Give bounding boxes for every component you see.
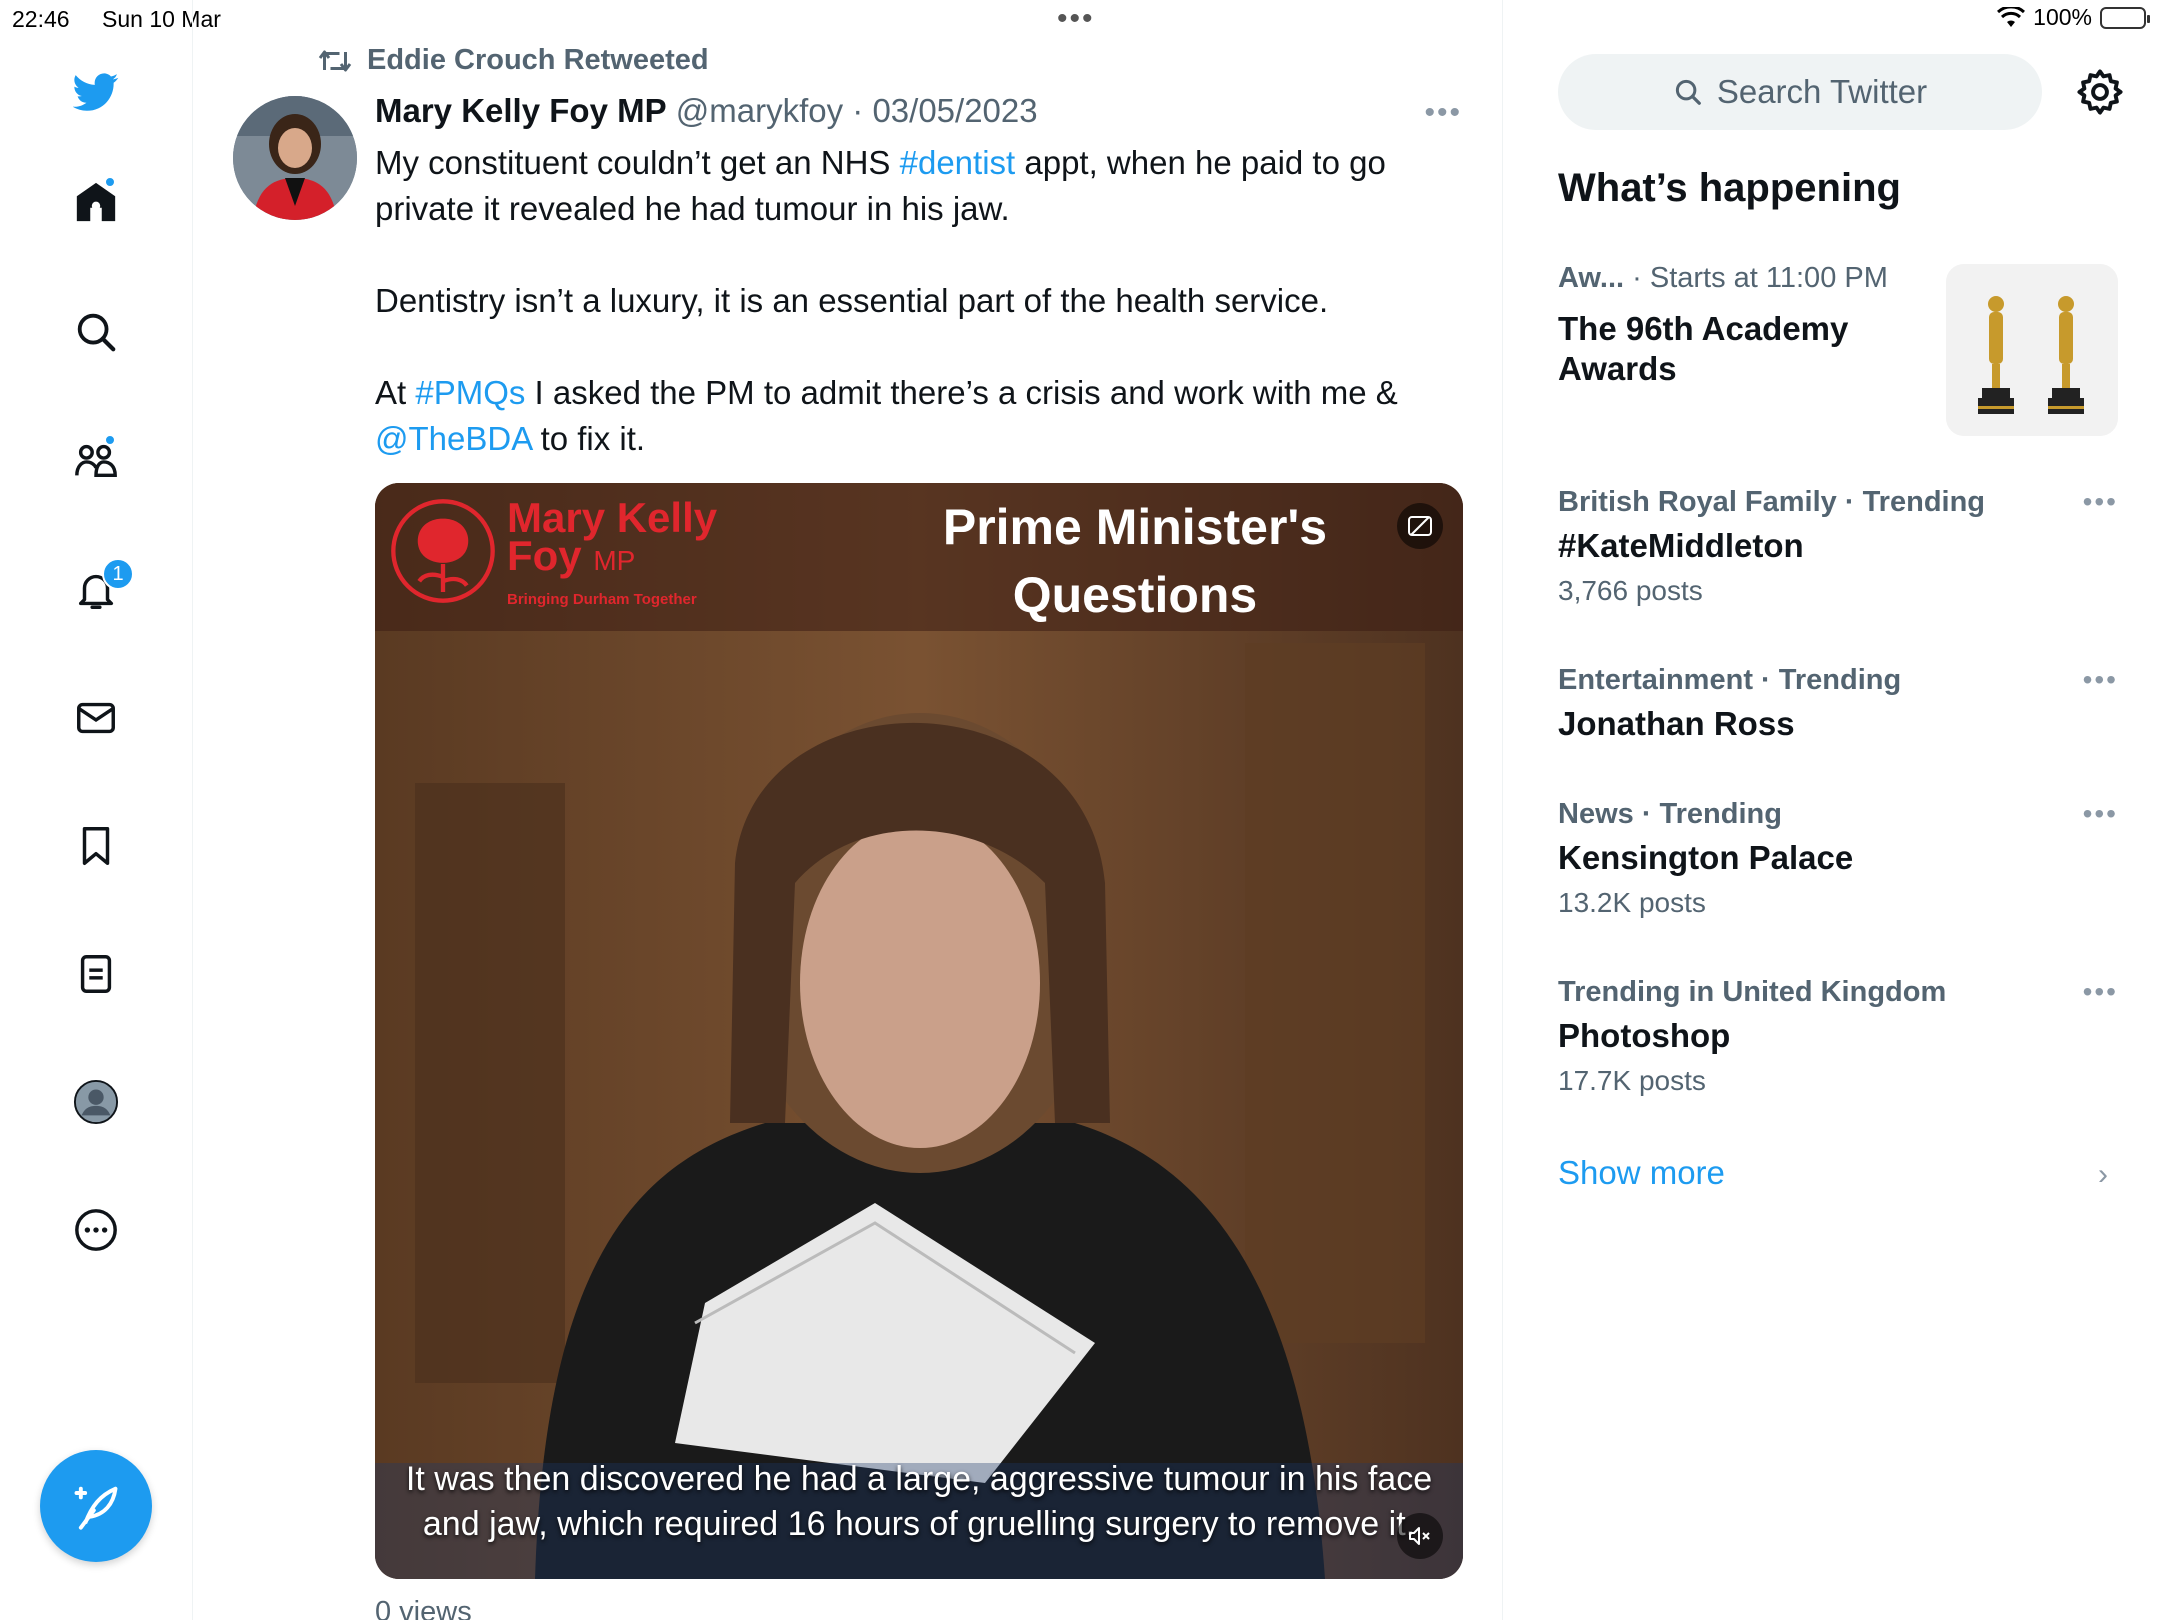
trend-more-icon[interactable]: •••: [2083, 664, 2118, 696]
tweet-paragraph-2: Dentistry isn’t a luxury, it is an essen…: [375, 282, 1329, 319]
event-title: The 96th Academy Awards: [1558, 310, 1849, 387]
mute-speaker-icon[interactable]: [1397, 1513, 1443, 1559]
trend-item[interactable]: News · Trending Kensington Palace 13.2K …: [1558, 798, 2118, 919]
author-avatar[interactable]: [233, 96, 357, 220]
retweeted-by-label: Eddie Crouch Retweeted: [367, 44, 709, 76]
trend-item[interactable]: British Royal Family · Trending #KateMid…: [1558, 486, 2118, 607]
author-handle[interactable]: @marykfoy: [676, 92, 843, 129]
messages-envelope-icon[interactable]: [66, 688, 126, 748]
home-icon[interactable]: [66, 172, 126, 232]
author-name[interactable]: Mary Kelly Foy MP: [375, 92, 667, 129]
settings-gear-icon[interactable]: [2074, 66, 2126, 118]
left-nav: 1: [0, 0, 193, 1620]
video-logo-tagline: Bringing Durham Together: [507, 591, 697, 608]
trend-more-icon[interactable]: •••: [2083, 798, 2118, 830]
tweet-header: Mary Kelly Foy MP @marykfoy · 03/05/2023: [375, 92, 1038, 129]
lists-icon[interactable]: [66, 944, 126, 1004]
event-thumbnail: [1946, 264, 2118, 436]
retweet-icon: [318, 50, 352, 71]
twitter-logo-icon[interactable]: [66, 62, 126, 122]
hashtag-link-pmqs[interactable]: #PMQs: [415, 374, 525, 411]
profile-avatar[interactable]: [66, 1072, 126, 1132]
communities-unread-dot: [104, 434, 116, 446]
notifications-bell-icon[interactable]: 1: [66, 558, 134, 620]
search-input[interactable]: Search Twitter: [1558, 54, 2042, 130]
tweet-body: My constituent couldn’t get an NHS #dent…: [375, 140, 1465, 508]
more-options-icon[interactable]: [66, 1200, 126, 1260]
search-placeholder: Search Twitter: [1716, 73, 1928, 110]
event-time: · Starts at 11:00 PM: [1632, 262, 1888, 294]
video-caption: It was then discovered he had a large, a…: [405, 1460, 1433, 1543]
view-count: 0 views: [375, 1596, 472, 1620]
tweet-video[interactable]: Mary Kelly Foy MP Bringing Durham Togeth…: [375, 483, 1463, 1579]
retweet-context[interactable]: Eddie Crouch Retweeted: [317, 44, 709, 77]
tweet-more-icon[interactable]: •••: [1424, 96, 1462, 130]
right-sidebar: Search Twitter What’s happening Aw... · …: [1504, 0, 2160, 1620]
communities-icon[interactable]: [66, 430, 126, 490]
explore-search-icon[interactable]: [66, 302, 126, 362]
trend-more-icon[interactable]: •••: [2083, 486, 2118, 518]
trend-item[interactable]: Trending in United Kingdom Photoshop 17.…: [1558, 976, 2118, 1097]
whats-happening-heading: What’s happening: [1558, 166, 1901, 210]
notifications-badge: 1: [102, 558, 134, 590]
bookmarks-icon[interactable]: [66, 816, 126, 876]
hashtag-link-dentist[interactable]: #dentist: [900, 144, 1016, 181]
labour-rose-logo-icon: [391, 499, 495, 603]
chevron-right-icon[interactable]: ›: [2098, 1158, 2108, 1192]
video-frame: [375, 483, 1463, 1579]
timeline: Eddie Crouch Retweeted Mary Kelly Foy MP…: [193, 0, 1503, 1620]
event-category: Aw...: [1558, 262, 1625, 294]
captions-icon[interactable]: [1397, 503, 1443, 549]
video-logo-name: Mary Kelly Foy MP: [507, 494, 718, 579]
trend-more-icon[interactable]: •••: [2083, 976, 2118, 1008]
compose-tweet-button[interactable]: [40, 1450, 152, 1562]
tweet-date[interactable]: 03/05/2023: [872, 92, 1037, 129]
compose-feather-icon: [74, 1486, 118, 1530]
trend-item[interactable]: Entertainment · Trending Jonathan Ross •…: [1558, 664, 2118, 743]
search-icon: [1675, 79, 1701, 105]
event-card[interactable]: Aw... · Starts at 11:00 PM The 96th Acad…: [1558, 262, 2118, 438]
video-title: Prime Minister's Questions: [942, 499, 1328, 623]
show-more-link[interactable]: Show more: [1558, 1154, 1725, 1192]
mention-link-thebda[interactable]: @TheBDA: [375, 420, 531, 457]
home-unread-dot: [104, 176, 116, 188]
